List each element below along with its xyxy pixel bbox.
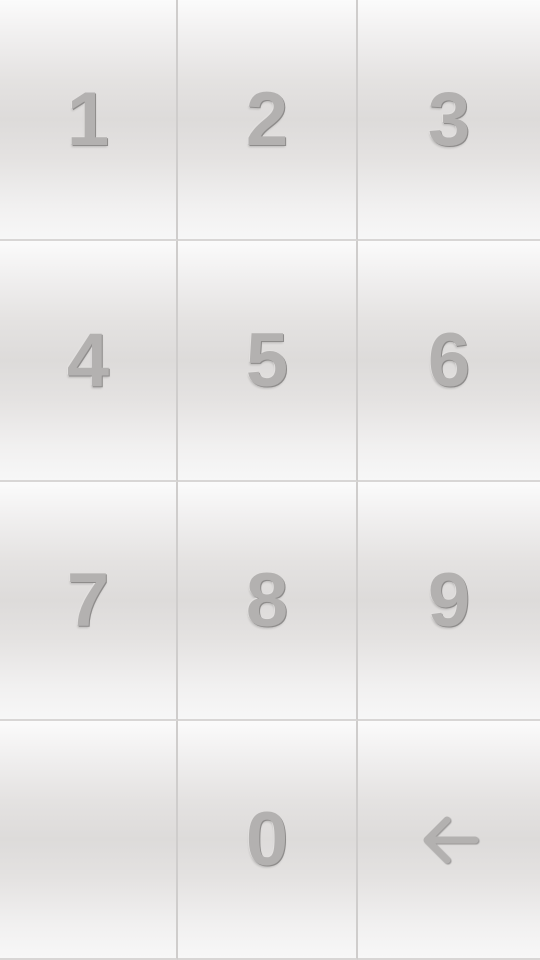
key-8[interactable]: 8 bbox=[178, 482, 358, 721]
key-6[interactable]: 6 bbox=[358, 241, 540, 482]
numeric-keypad: 1 2 3 4 5 6 7 8 9 0 bbox=[0, 0, 540, 960]
key-9-label: 9 bbox=[427, 557, 471, 643]
key-9[interactable]: 9 bbox=[358, 482, 540, 721]
key-3[interactable]: 3 bbox=[358, 0, 540, 241]
key-blank bbox=[0, 721, 178, 960]
backspace-button[interactable] bbox=[358, 721, 540, 960]
key-0-label: 0 bbox=[245, 796, 289, 882]
key-3-label: 3 bbox=[427, 76, 471, 162]
key-6-label: 6 bbox=[427, 317, 471, 403]
key-4-label: 4 bbox=[66, 317, 110, 403]
key-2-label: 2 bbox=[245, 76, 289, 162]
key-8-label: 8 bbox=[245, 557, 289, 643]
key-1[interactable]: 1 bbox=[0, 0, 178, 241]
key-0[interactable]: 0 bbox=[178, 721, 358, 960]
key-1-label: 1 bbox=[66, 76, 110, 162]
backspace-arrow-icon bbox=[423, 816, 479, 863]
key-7-label: 7 bbox=[66, 557, 110, 643]
key-4[interactable]: 4 bbox=[0, 241, 178, 482]
key-7[interactable]: 7 bbox=[0, 482, 178, 721]
key-5[interactable]: 5 bbox=[178, 241, 358, 482]
key-2[interactable]: 2 bbox=[178, 0, 358, 241]
key-5-label: 5 bbox=[245, 317, 289, 403]
